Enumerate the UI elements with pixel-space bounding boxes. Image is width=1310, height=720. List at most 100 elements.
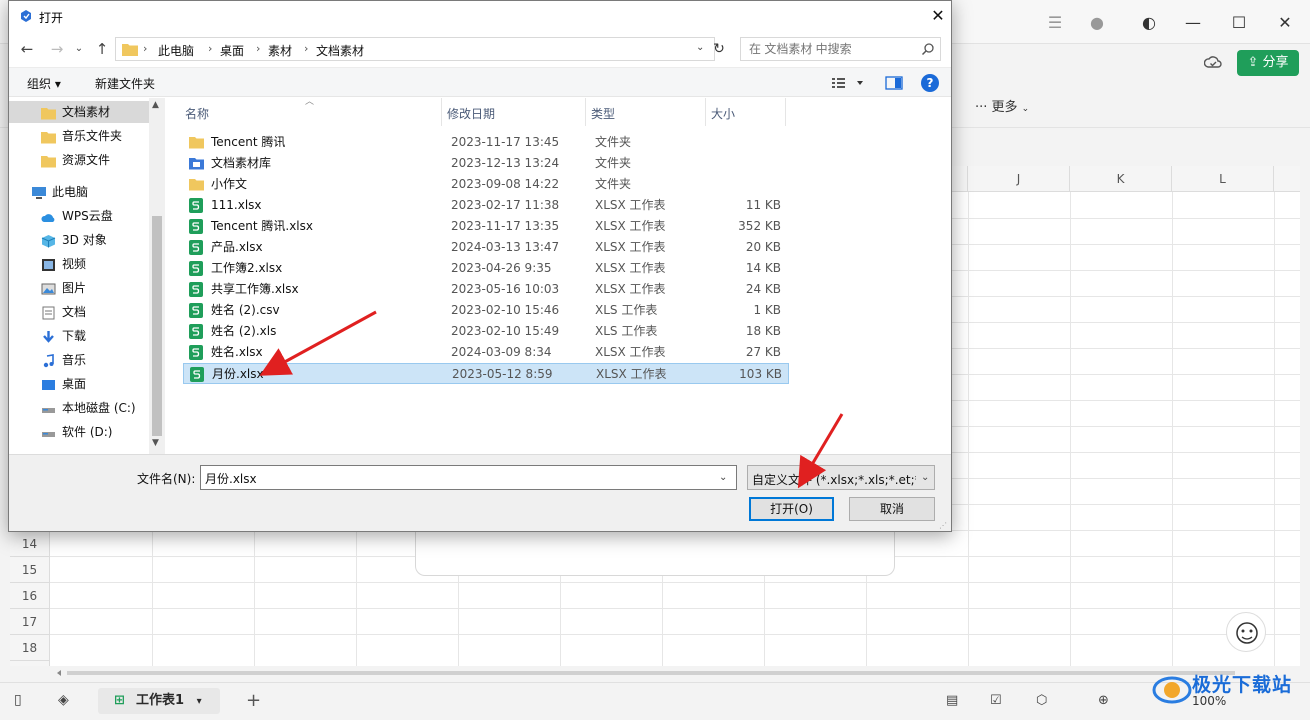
help-icon[interactable]: ?	[921, 74, 939, 92]
filetype-select[interactable]: 自定义文件 (*.xlsx;*.xls;*.et;*.csv) ⌄	[747, 465, 935, 490]
more-button[interactable]: ··· 更多 ⌄	[975, 96, 1029, 115]
column-divider[interactable]	[785, 98, 786, 126]
avatar[interactable]: ◐	[1136, 10, 1162, 36]
forward-arrow-icon[interactable]: →	[47, 39, 67, 59]
row-header-18[interactable]: 18	[10, 635, 50, 661]
up-arrow-icon[interactable]: ↑	[92, 39, 112, 59]
file-row[interactable]: 工作簿2.xlsx 2023-04-26 9:35 XLSX 工作表 14 KB	[183, 258, 789, 279]
nav-item[interactable]: 音乐文件夹	[9, 125, 149, 147]
horizontal-scrollbar[interactable]	[55, 668, 1295, 678]
filename-input[interactable]	[205, 470, 705, 486]
shape-icon[interactable]: ⬡	[1036, 693, 1047, 708]
search-icon[interactable]	[921, 42, 935, 56]
breadcrumb-material[interactable]: 素材	[268, 42, 292, 59]
resize-grip-icon[interactable]: ⋰	[939, 521, 947, 530]
protect-icon[interactable]: ☑	[990, 693, 1002, 708]
dialog-close-button[interactable]: ✕	[927, 5, 949, 27]
dialog-titlebar[interactable]: 打开 ✕	[9, 1, 951, 33]
search-field[interactable]	[740, 37, 941, 61]
column-size-header[interactable]: 大小	[711, 105, 735, 122]
organize-button[interactable]: 组织 ▾	[27, 75, 61, 92]
nav-item[interactable]: 3D 对象	[9, 229, 149, 251]
nav-item[interactable]: 文档	[9, 301, 149, 323]
new-folder-button[interactable]: 新建文件夹	[95, 75, 155, 92]
nav-item[interactable]: 桌面	[9, 373, 149, 395]
preview-pane-icon[interactable]	[885, 75, 903, 91]
breadcrumb-doc-material[interactable]: 文档素材	[316, 42, 364, 59]
row-header-16[interactable]: 16	[10, 583, 50, 609]
column-divider[interactable]	[705, 98, 706, 126]
file-row[interactable]: 文档素材库 2023-12-13 13:24 文件夹	[183, 153, 789, 174]
cloud-sync-icon[interactable]	[1204, 54, 1222, 72]
layers-icon[interactable]: ◈	[58, 692, 69, 708]
minimize-button[interactable]: —	[1180, 10, 1206, 36]
column-divider[interactable]	[585, 98, 586, 126]
file-row[interactable]: 共享工作簿.xlsx 2023-05-16 10:03 XLSX 工作表 24 KB	[183, 279, 789, 300]
cancel-button[interactable]: 取消	[849, 497, 935, 521]
breadcrumb-chevron-icon[interactable]: ›	[143, 42, 147, 55]
sidebar-toggle-icon[interactable]: ▯	[14, 692, 22, 708]
column-type-header[interactable]: 类型	[591, 105, 615, 122]
add-sheet-button[interactable]: +	[246, 690, 261, 711]
file-row[interactable]: 姓名 (2).csv 2023-02-10 15:46 XLS 工作表 1 KB	[183, 300, 789, 321]
assistant-icon[interactable]	[1226, 612, 1266, 652]
view-mode-icon[interactable]: ▤	[946, 693, 958, 708]
recent-locations-icon[interactable]: ⌄	[69, 39, 89, 59]
nav-item[interactable]: 软件 (D:)	[9, 421, 149, 443]
nav-item[interactable]: 资源文件	[9, 149, 149, 171]
share-button[interactable]: ⇪ 分享	[1237, 50, 1299, 76]
breadcrumb-chevron-icon[interactable]: ›	[304, 42, 308, 55]
breadcrumb-desktop[interactable]: 桌面	[220, 42, 244, 59]
scroll-thumb[interactable]	[152, 216, 162, 436]
nav-item[interactable]: 文档素材	[9, 101, 149, 123]
file-row[interactable]: 产品.xlsx 2024-03-13 13:47 XLSX 工作表 20 KB	[183, 237, 789, 258]
scroll-down-icon[interactable]: ▼	[152, 438, 159, 448]
file-row[interactable]: 姓名 (2).xls 2023-02-10 15:49 XLS 工作表 18 KB	[183, 321, 789, 342]
row-header-15[interactable]: 15	[10, 557, 50, 583]
file-row[interactable]: 111.xlsx 2023-02-17 11:38 XLSX 工作表 11 KB	[183, 195, 789, 216]
zoom-level[interactable]: 100%	[1192, 694, 1226, 708]
open-button[interactable]: 打开(O)	[749, 497, 834, 521]
chevron-down-icon[interactable]: ⌄	[696, 42, 704, 53]
nav-item[interactable]: 视频	[9, 253, 149, 275]
chat-icon[interactable]: ●	[1084, 10, 1110, 36]
back-arrow-icon[interactable]: ←	[17, 39, 37, 59]
view-options-icon[interactable]	[831, 75, 867, 91]
breadcrumb-chevron-icon[interactable]: ›	[208, 42, 212, 55]
navigation-pane[interactable]: 文档素材 音乐文件夹 资源文件此电脑 WPS云盘 3D 对象 视频 图片 文档 下载 音乐 桌面 本地…	[9, 98, 165, 454]
nav-scrollbar[interactable]: ▲ ▼	[149, 98, 165, 454]
file-row[interactable]: 月份.xlsx 2023-05-12 8:59 XLSX 工作表 103 KB	[183, 363, 789, 384]
app-close-button[interactable]: ✕	[1272, 10, 1298, 36]
scroll-up-icon[interactable]: ▲	[152, 100, 159, 110]
nav-item[interactable]: WPS云盘	[9, 205, 149, 227]
breadcrumb-this-pc[interactable]: 此电脑	[158, 42, 194, 59]
column-header-l[interactable]: L	[1172, 166, 1274, 192]
nav-item[interactable]: 图片	[9, 277, 149, 299]
nav-item[interactable]: 下载	[9, 325, 149, 347]
column-name-header[interactable]: 名称	[185, 105, 209, 122]
column-header-j[interactable]: J	[968, 166, 1070, 192]
freeze-icon[interactable]: ⊕	[1098, 693, 1109, 708]
breadcrumb-chevron-icon[interactable]: ›	[256, 42, 260, 55]
sheet-tab[interactable]: ⊞ 工作表1 ▾	[98, 688, 220, 714]
row-header-19[interactable]: 19	[10, 661, 50, 666]
nav-item[interactable]: 本地磁盘 (C:)	[9, 397, 149, 419]
column-divider[interactable]	[441, 98, 442, 126]
address-bar[interactable]: › 此电脑 › 桌面 › 素材 › 文档素材 ⌄	[115, 37, 715, 61]
menu-lines-icon[interactable]: ☰	[1042, 10, 1068, 36]
file-row[interactable]: Tencent 腾讯.xlsx 2023-11-17 13:35 XLSX 工作表 3…	[183, 216, 789, 237]
search-input[interactable]	[749, 41, 909, 57]
column-header-k[interactable]: K	[1070, 166, 1172, 192]
filename-combobox[interactable]: ⌄	[200, 465, 737, 490]
file-row[interactable]: 小作文 2023-09-08 14:22 文件夹	[183, 174, 789, 195]
row-header-17[interactable]: 17	[10, 609, 50, 635]
file-row[interactable]: Tencent 腾讯 2023-11-17 13:45 文件夹	[183, 132, 789, 153]
file-list[interactable]: ︿ 名称 修改日期 类型 大小 Tencent 腾讯 2023-11-17 13:…	[179, 97, 951, 454]
row-header-14[interactable]: 14	[10, 531, 50, 557]
column-date-header[interactable]: 修改日期	[447, 105, 495, 122]
refresh-icon[interactable]: ↻	[709, 37, 729, 61]
maximize-button[interactable]: ☐	[1226, 10, 1252, 36]
nav-item[interactable]: 此电脑	[9, 181, 149, 203]
nav-item[interactable]: 音乐	[9, 349, 149, 371]
file-row[interactable]: 姓名.xlsx 2024-03-09 8:34 XLSX 工作表 27 KB	[183, 342, 789, 363]
